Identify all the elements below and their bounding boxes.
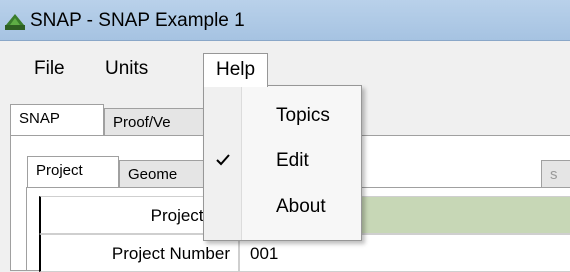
- tab-snap[interactable]: SNAP: [10, 104, 104, 136]
- window-title: SNAP - SNAP Example 1: [30, 10, 245, 31]
- title-bar: SNAP - SNAP Example 1: [0, 0, 570, 41]
- tab-partially-hidden[interactable]: s: [541, 160, 570, 188]
- menu-file[interactable]: File: [22, 53, 77, 85]
- menu-item-topics-label: Topics: [276, 105, 330, 126]
- checkmark-icon: [216, 154, 230, 166]
- menu-item-about[interactable]: About: [204, 185, 361, 229]
- menu-item-topics[interactable]: Topics: [204, 94, 361, 138]
- tab-project[interactable]: Project: [27, 156, 119, 188]
- menu-help[interactable]: Help: [203, 53, 269, 87]
- menu-units[interactable]: Units: [93, 53, 160, 85]
- tab-proof-verify[interactable]: Proof/Ve: [104, 108, 214, 136]
- help-dropdown-menu: Topics Edit About: [203, 85, 362, 241]
- app-logo-icon: [5, 14, 25, 30]
- menu-item-about-label: About: [276, 196, 326, 217]
- menu-item-edit-label: Edit: [276, 150, 309, 171]
- menu-item-edit[interactable]: Edit: [204, 139, 361, 183]
